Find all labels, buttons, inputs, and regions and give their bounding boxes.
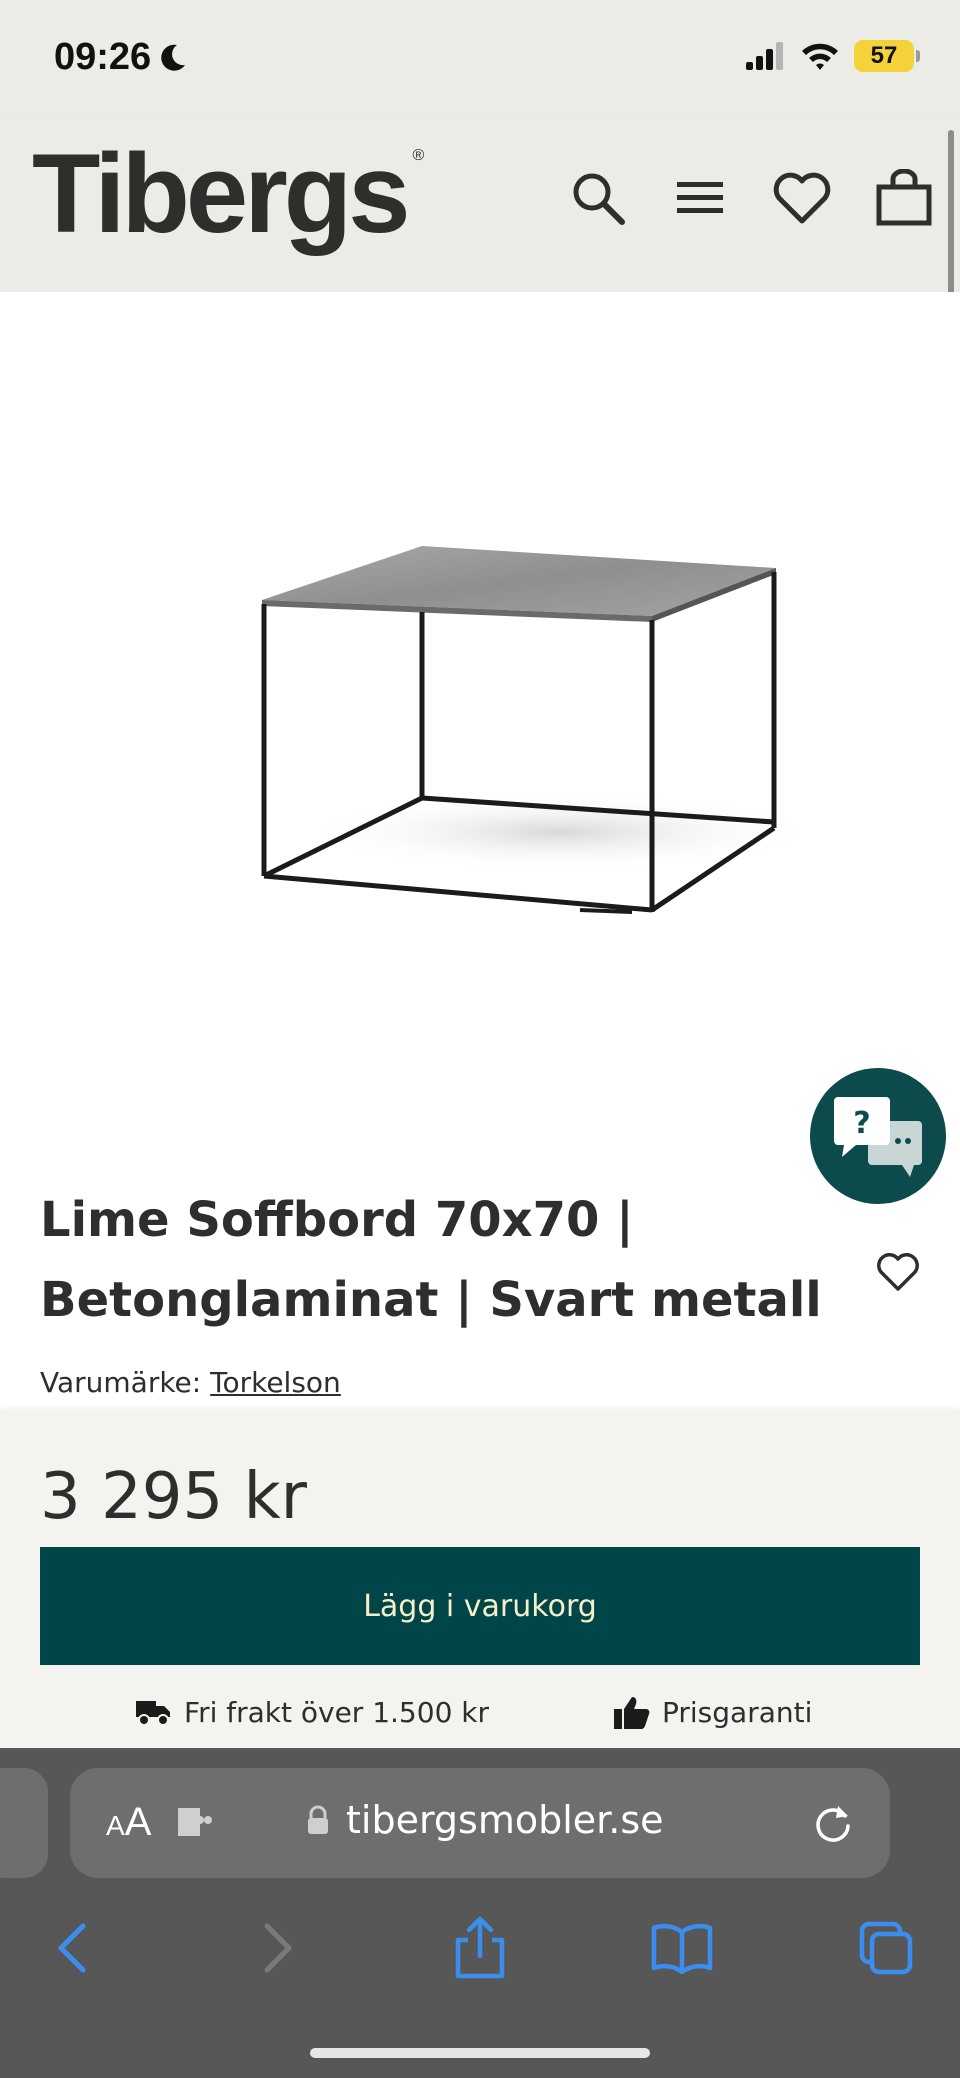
brand-label: Varumärke: (40, 1366, 202, 1399)
usp-price-guarantee: Prisgaranti (614, 1695, 812, 1729)
share-icon[interactable] (440, 1908, 520, 1988)
brand-line: Varumärke: Torkelson (40, 1366, 341, 1399)
add-to-wishlist-heart-icon[interactable] (876, 1252, 920, 1296)
status-indicators: 57 (746, 40, 920, 72)
heart-icon[interactable] (772, 168, 832, 228)
home-indicator[interactable] (310, 2048, 650, 2058)
add-to-cart-button[interactable]: Lägg i varukorg (40, 1547, 920, 1665)
site-logo[interactable]: Tibergs ® (32, 138, 424, 250)
bookmarks-icon[interactable] (642, 1908, 722, 1988)
extension-icon[interactable] (176, 1804, 216, 1844)
site-header: Tibergs ® (0, 120, 960, 292)
reload-icon[interactable] (812, 1802, 854, 1848)
product-image[interactable] (0, 292, 960, 1112)
status-time: 09:26 (54, 36, 187, 79)
wifi-icon (802, 43, 838, 70)
menu-icon[interactable] (670, 168, 730, 228)
sticky-buy-panel: 3 295 kr Lägg i varukorg Fri frakt över … (0, 1410, 960, 1748)
header-icons (568, 168, 934, 228)
cart-bag-icon[interactable] (874, 168, 934, 228)
aa-large: A (124, 1800, 152, 1844)
url-display[interactable]: tibergsmobler.se (306, 1798, 664, 1842)
product-title: Lime Soffbord 70x70 | Betonglaminat | Sv… (40, 1180, 840, 1340)
svg-text:?: ? (853, 1106, 870, 1141)
battery-indicator: 57 (854, 40, 920, 72)
product-price: 3 295 kr (40, 1460, 307, 1534)
text-size-button[interactable]: AA (106, 1800, 151, 1845)
back-arrow-icon[interactable] (32, 1908, 112, 1988)
url-text: tibergsmobler.se (346, 1798, 664, 1842)
previous-tab-peek[interactable] (0, 1768, 48, 1878)
truck-icon (136, 1701, 170, 1726)
battery-level: 57 (870, 42, 898, 69)
clock-text: 09:26 (54, 36, 152, 78)
signal-icon (746, 42, 783, 70)
coffee-table-illustration (261, 546, 820, 914)
brand-link[interactable]: Torkelson (210, 1366, 341, 1399)
lock-icon (308, 1805, 328, 1834)
status-bar: 09:26 57 (0, 0, 960, 120)
usp-price-guarantee-text: Prisgaranti (662, 1695, 813, 1729)
search-icon[interactable] (568, 168, 628, 228)
browser-nav-row (0, 1908, 960, 1988)
product-title-line2: Betonglaminat | Svart metall (40, 1272, 822, 1328)
aa-small: A (106, 1810, 125, 1841)
registered-mark: ® (412, 147, 425, 164)
usp-shipping-text: Fri frakt över 1.500 kr (184, 1695, 490, 1729)
usp-free-shipping: Fri frakt över 1.500 kr (136, 1696, 489, 1729)
moon-icon (161, 44, 186, 71)
tabs-icon[interactable] (846, 1908, 926, 1988)
usp-row: Fri frakt över 1.500 kr Prisgaranti (0, 1690, 960, 1734)
chat-bubbles-icon: ? (834, 1097, 922, 1177)
product-title-line1: Lime Soffbord 70x70 | (40, 1192, 634, 1248)
logo-text: Tibergs (32, 131, 410, 256)
forward-arrow-icon[interactable] (238, 1908, 318, 1988)
browser-toolbar: AA tibergsmobler.se (0, 1748, 960, 2078)
thumbs-up-icon (614, 1697, 650, 1729)
address-bar[interactable]: AA tibergsmobler.se (70, 1768, 890, 1878)
